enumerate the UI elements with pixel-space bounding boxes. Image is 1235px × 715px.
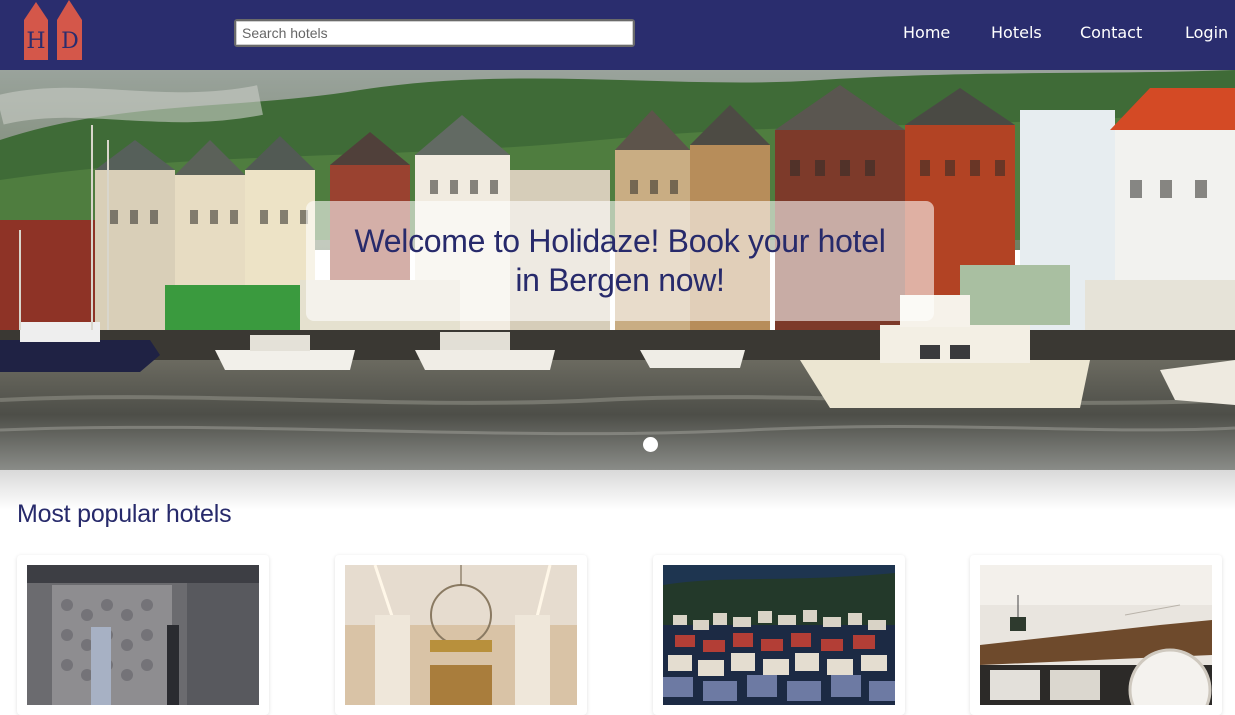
section-title: Most popular hotels — [17, 500, 232, 528]
hotel-card[interactable] — [335, 555, 587, 715]
svg-text:D: D — [61, 29, 79, 54]
svg-text:H: H — [26, 29, 45, 54]
hotel-card-image — [345, 565, 577, 705]
hotel-card[interactable] — [653, 555, 905, 715]
nav-contact-link[interactable]: Contact — [1080, 0, 1142, 64]
hotel-card-image — [27, 565, 259, 705]
top-navbar: H D Home Hotels Contact Login — [0, 0, 1235, 70]
hotel-card-image — [980, 565, 1212, 705]
hotel-card[interactable] — [17, 555, 269, 715]
hero-caption-box: Welcome to Holidaze! Book your hotel in … — [306, 201, 934, 321]
carousel-dot[interactable] — [643, 437, 658, 452]
nav-hotels-link[interactable]: Hotels — [991, 0, 1042, 64]
nav-home-link[interactable]: Home — [903, 0, 950, 64]
hero-carousel: Welcome to Holidaze! Book your hotel in … — [0, 70, 1235, 470]
nav-login-link[interactable]: Login — [1185, 0, 1228, 64]
hotel-card-image — [663, 565, 895, 705]
hotel-card[interactable] — [970, 555, 1222, 715]
holidaze-logo[interactable]: H D — [24, 0, 84, 61]
search-input[interactable] — [234, 19, 635, 47]
hero-heading: Welcome to Holidaze! Book your hotel in … — [354, 223, 886, 298]
